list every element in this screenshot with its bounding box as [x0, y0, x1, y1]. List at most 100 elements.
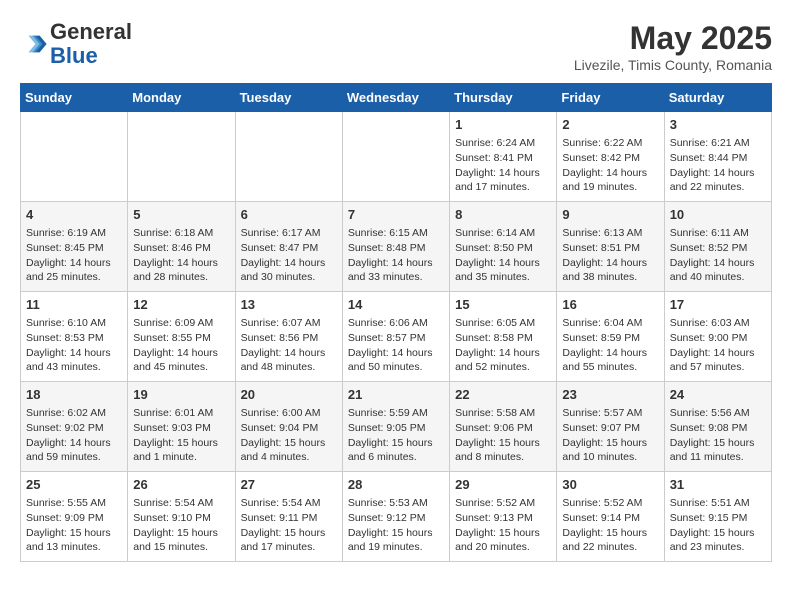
day-info: Sunrise: 6:14 AM Sunset: 8:50 PM Dayligh… [455, 226, 551, 285]
calendar-week-5: 25Sunrise: 5:55 AM Sunset: 9:09 PM Dayli… [21, 472, 772, 562]
weekday-header-sunday: Sunday [21, 84, 128, 112]
calendar-cell: 26 Sunrise: 5:54 AM Sunset: 9:10 PM Dayli… [128, 472, 235, 562]
day-info: Sunrise: 6:06 AM Sunset: 8:57 PM Dayligh… [348, 316, 444, 375]
day-info: Sunrise: 5:52 AM Sunset: 9:14 PM Dayligh… [562, 496, 658, 555]
calendar-cell [235, 112, 342, 202]
day-info: Sunrise: 5:58 AM Sunset: 9:06 PM Dayligh… [455, 406, 551, 465]
calendar-cell: 1 Sunrise: 6:24 AM Sunset: 8:41 PM Daylig… [450, 112, 557, 202]
calendar-cell: 28Sunrise: 5:53 AM Sunset: 9:12 PM Dayli… [342, 472, 449, 562]
day-info: Sunrise: 6:01 AM Sunset: 9:03 PM Dayligh… [133, 406, 229, 465]
day-number: 6 [241, 206, 337, 224]
day-info: Sunrise: 6:10 AM Sunset: 8:53 PM Dayligh… [26, 316, 122, 375]
calendar-cell: 25Sunrise: 5:55 AM Sunset: 9:09 PM Dayli… [21, 472, 128, 562]
day-info: Sunrise: 6:07 AM Sunset: 8:56 PM Dayligh… [241, 316, 337, 375]
day-number: 5 [133, 206, 229, 224]
calendar-cell: 16Sunrise: 6:04 AM Sunset: 8:59 PM Dayli… [557, 292, 664, 382]
day-info: Sunrise: 6:00 AM Sunset: 9:04 PM Dayligh… [241, 406, 337, 465]
page-title: May 2025 [574, 20, 772, 57]
day-info: Sunrise: 6:11 AM Sunset: 8:52 PM Dayligh… [670, 226, 766, 285]
calendar-cell: 30 Sunrise: 5:52 AM Sunset: 9:14 PM Dayli… [557, 472, 664, 562]
day-number: 23 [562, 386, 658, 404]
calendar-cell: 6 Sunrise: 6:17 AM Sunset: 8:47 PM Daylig… [235, 202, 342, 292]
day-number: 1 [455, 116, 551, 134]
calendar-cell: 4Sunrise: 6:19 AM Sunset: 8:45 PM Daylig… [21, 202, 128, 292]
day-number: 19 [133, 386, 229, 404]
calendar-cell: 24 Sunrise: 5:56 AM Sunset: 9:08 PM Dayli… [664, 382, 771, 472]
calendar-cell: 29Sunrise: 5:52 AM Sunset: 9:13 PM Dayli… [450, 472, 557, 562]
day-info: Sunrise: 6:03 AM Sunset: 9:00 PM Dayligh… [670, 316, 766, 375]
day-number: 27 [241, 476, 337, 494]
calendar-cell: 18 Sunrise: 6:02 AM Sunset: 9:02 PM Dayli… [21, 382, 128, 472]
calendar-cell: 2 Sunrise: 6:22 AM Sunset: 8:42 PM Daylig… [557, 112, 664, 202]
day-info: Sunrise: 6:17 AM Sunset: 8:47 PM Dayligh… [241, 226, 337, 285]
day-number: 4 [26, 206, 122, 224]
page-subtitle: Livezile, Timis County, Romania [574, 57, 772, 73]
day-info: Sunrise: 6:22 AM Sunset: 8:42 PM Dayligh… [562, 136, 658, 195]
calendar-cell: 31 Sunrise: 5:51 AM Sunset: 9:15 PM Dayli… [664, 472, 771, 562]
weekday-header-thursday: Thursday [450, 84, 557, 112]
day-info: Sunrise: 6:13 AM Sunset: 8:51 PM Dayligh… [562, 226, 658, 285]
calendar-cell: 9 Sunrise: 6:13 AM Sunset: 8:51 PM Daylig… [557, 202, 664, 292]
calendar-cell: 8Sunrise: 6:14 AM Sunset: 8:50 PM Daylig… [450, 202, 557, 292]
logo: General Blue [20, 20, 132, 68]
calendar-cell: 21 Sunrise: 5:59 AM Sunset: 9:05 PM Dayli… [342, 382, 449, 472]
day-number: 2 [562, 116, 658, 134]
day-number: 29 [455, 476, 551, 494]
day-number: 3 [670, 116, 766, 134]
calendar-cell: 22 Sunrise: 5:58 AM Sunset: 9:06 PM Dayli… [450, 382, 557, 472]
calendar-table: SundayMondayTuesdayWednesdayThursdayFrid… [20, 83, 772, 562]
calendar-cell: 20 Sunrise: 6:00 AM Sunset: 9:04 PM Dayli… [235, 382, 342, 472]
calendar-cell [21, 112, 128, 202]
calendar-cell: 3Sunrise: 6:21 AM Sunset: 8:44 PM Daylig… [664, 112, 771, 202]
day-info: Sunrise: 6:18 AM Sunset: 8:46 PM Dayligh… [133, 226, 229, 285]
day-info: Sunrise: 6:04 AM Sunset: 8:59 PM Dayligh… [562, 316, 658, 375]
day-number: 13 [241, 296, 337, 314]
day-info: Sunrise: 6:24 AM Sunset: 8:41 PM Dayligh… [455, 136, 551, 195]
logo-icon [20, 30, 48, 58]
day-number: 30 [562, 476, 658, 494]
calendar-cell: 11 Sunrise: 6:10 AM Sunset: 8:53 PM Dayli… [21, 292, 128, 382]
calendar-cell: 17Sunrise: 6:03 AM Sunset: 9:00 PM Dayli… [664, 292, 771, 382]
day-number: 24 [670, 386, 766, 404]
day-info: Sunrise: 5:59 AM Sunset: 9:05 PM Dayligh… [348, 406, 444, 465]
calendar-cell: 10 Sunrise: 6:11 AM Sunset: 8:52 PM Dayli… [664, 202, 771, 292]
weekday-header-tuesday: Tuesday [235, 84, 342, 112]
day-info: Sunrise: 5:53 AM Sunset: 9:12 PM Dayligh… [348, 496, 444, 555]
calendar-cell: 7Sunrise: 6:15 AM Sunset: 8:48 PM Daylig… [342, 202, 449, 292]
day-number: 20 [241, 386, 337, 404]
day-info: Sunrise: 5:56 AM Sunset: 9:08 PM Dayligh… [670, 406, 766, 465]
calendar-cell: 13 Sunrise: 6:07 AM Sunset: 8:56 PM Dayli… [235, 292, 342, 382]
calendar-cell [342, 112, 449, 202]
calendar-week-1: 1 Sunrise: 6:24 AM Sunset: 8:41 PM Daylig… [21, 112, 772, 202]
calendar-cell: 23Sunrise: 5:57 AM Sunset: 9:07 PM Dayli… [557, 382, 664, 472]
day-number: 10 [670, 206, 766, 224]
day-info: Sunrise: 5:55 AM Sunset: 9:09 PM Dayligh… [26, 496, 122, 555]
logo-general-text: General [50, 19, 132, 44]
calendar-cell: 14Sunrise: 6:06 AM Sunset: 8:57 PM Dayli… [342, 292, 449, 382]
day-info: Sunrise: 6:09 AM Sunset: 8:55 PM Dayligh… [133, 316, 229, 375]
calendar-cell: 27 Sunrise: 5:54 AM Sunset: 9:11 PM Dayli… [235, 472, 342, 562]
day-number: 9 [562, 206, 658, 224]
day-info: Sunrise: 5:54 AM Sunset: 9:11 PM Dayligh… [241, 496, 337, 555]
day-number: 18 [26, 386, 122, 404]
page-header: General Blue May 2025 Livezile, Timis Co… [20, 20, 772, 73]
weekday-header-monday: Monday [128, 84, 235, 112]
calendar-week-3: 11 Sunrise: 6:10 AM Sunset: 8:53 PM Dayli… [21, 292, 772, 382]
day-number: 11 [26, 296, 122, 314]
day-info: Sunrise: 5:51 AM Sunset: 9:15 PM Dayligh… [670, 496, 766, 555]
weekday-header-wednesday: Wednesday [342, 84, 449, 112]
day-info: Sunrise: 6:05 AM Sunset: 8:58 PM Dayligh… [455, 316, 551, 375]
calendar-week-2: 4Sunrise: 6:19 AM Sunset: 8:45 PM Daylig… [21, 202, 772, 292]
day-number: 22 [455, 386, 551, 404]
calendar-cell: 15 Sunrise: 6:05 AM Sunset: 8:58 PM Dayli… [450, 292, 557, 382]
day-info: Sunrise: 6:15 AM Sunset: 8:48 PM Dayligh… [348, 226, 444, 285]
weekday-header-saturday: Saturday [664, 84, 771, 112]
day-number: 21 [348, 386, 444, 404]
day-number: 31 [670, 476, 766, 494]
day-info: Sunrise: 6:02 AM Sunset: 9:02 PM Dayligh… [26, 406, 122, 465]
day-number: 26 [133, 476, 229, 494]
day-number: 15 [455, 296, 551, 314]
day-info: Sunrise: 5:54 AM Sunset: 9:10 PM Dayligh… [133, 496, 229, 555]
day-number: 12 [133, 296, 229, 314]
calendar-week-4: 18 Sunrise: 6:02 AM Sunset: 9:02 PM Dayli… [21, 382, 772, 472]
